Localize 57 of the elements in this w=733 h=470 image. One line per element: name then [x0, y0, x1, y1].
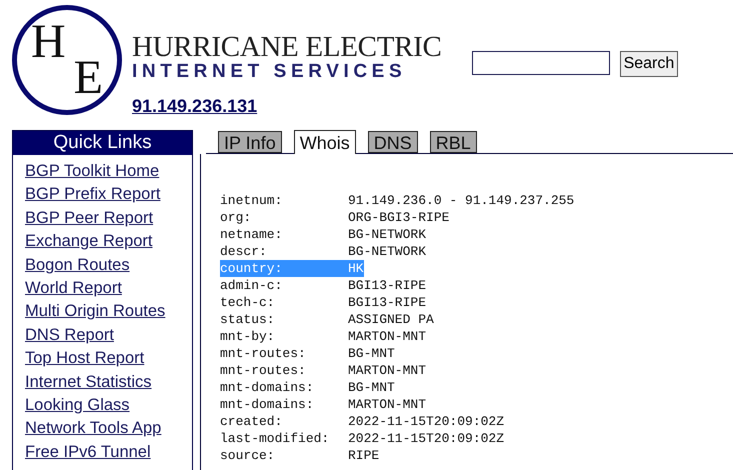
- whois-value: BG-NETWORK: [348, 226, 426, 243]
- whois-value: BGI13-RIPE: [348, 294, 426, 311]
- whois-value: MARTON-MNT: [348, 396, 426, 413]
- sidebar-link[interactable]: Internet Statistics: [25, 370, 192, 394]
- ip-address-link[interactable]: 91.149.236.131: [132, 96, 442, 117]
- whois-key: org:: [220, 209, 348, 226]
- sidebar-link[interactable]: BGP Toolkit Home: [25, 160, 192, 184]
- sidebar-link[interactable]: World Report: [25, 277, 192, 300]
- tab[interactable]: Whois: [294, 130, 356, 154]
- sidebar-link[interactable]: Free IPv6 Tunnel: [25, 440, 192, 464]
- whois-value: MARTON-MNT: [348, 328, 426, 345]
- whois-key: tech-c:: [220, 294, 348, 311]
- tab[interactable]: RBL: [430, 131, 477, 153]
- sidebar-link[interactable]: BGP Prefix Report: [25, 183, 192, 207]
- sidebar-link[interactable]: Network Tools App: [25, 417, 192, 441]
- whois-key: mnt-domains:: [220, 396, 348, 413]
- logo-subtitle: INTERNET SERVICES: [132, 62, 408, 82]
- search-button[interactable]: Search: [620, 51, 678, 77]
- whois-key: status:: [220, 311, 348, 328]
- whois-key: netname:: [220, 226, 348, 243]
- logo-letter: E: [74, 60, 103, 96]
- sidebar-title: Quick Links: [13, 131, 192, 155]
- whois-key: descr:: [220, 243, 348, 260]
- tab[interactable]: IP Info: [218, 131, 282, 153]
- sidebar-link[interactable]: Looking Glass: [25, 394, 192, 418]
- search-field[interactable]: [472, 51, 610, 75]
- whois-key: last-modified:: [220, 430, 348, 447]
- whois-value: MARTON-MNT: [348, 362, 426, 379]
- logo-title: HURRICANE ELECTRIC: [132, 32, 442, 62]
- whois-value: BGI13-RIPE: [348, 277, 426, 294]
- whois-value: 2022-11-15T20:09:02Z: [348, 430, 504, 447]
- whois-value: BG-MNT: [348, 379, 395, 396]
- whois-key: mnt-domains:: [220, 379, 348, 396]
- whois-key: mnt-routes:: [220, 345, 348, 362]
- whois-key: mnt-by:: [220, 328, 348, 345]
- logo-letter: H: [31, 24, 66, 60]
- whois-key: admin-c:: [220, 277, 348, 294]
- whois-value: ASSIGNED PA: [348, 311, 434, 328]
- whois-value: 2022-11-15T20:09:02Z: [348, 413, 504, 430]
- whois-value: RIPE: [348, 447, 380, 464]
- whois-key: inetnum:: [220, 192, 348, 209]
- whois-key: created:: [220, 413, 348, 430]
- whois-key: country:: [220, 260, 348, 277]
- tab[interactable]: DNS: [368, 131, 418, 153]
- sidebar-link[interactable]: DNS Report: [25, 324, 192, 348]
- whois-key: mnt-routes:: [220, 362, 348, 379]
- sidebar-link[interactable]: Top Host Report: [25, 347, 192, 371]
- sidebar-link[interactable]: Exchange Report: [25, 230, 192, 254]
- sidebar-link[interactable]: Multi Origin Routes: [25, 300, 192, 324]
- sidebar-link[interactable]: BGP Peer Report: [25, 206, 192, 230]
- whois-value: BG-MNT: [348, 345, 395, 362]
- whois-value: 91.149.236.0 - 91.149.237.255: [348, 192, 574, 209]
- whois-value: ORG-BGI3-RIPE: [348, 209, 450, 226]
- sidebar-link[interactable]: Bogon Routes: [25, 254, 192, 278]
- whois-key: source:: [220, 447, 348, 464]
- whois-value: BG-NETWORK: [348, 243, 426, 260]
- whois-value: HK: [348, 260, 364, 277]
